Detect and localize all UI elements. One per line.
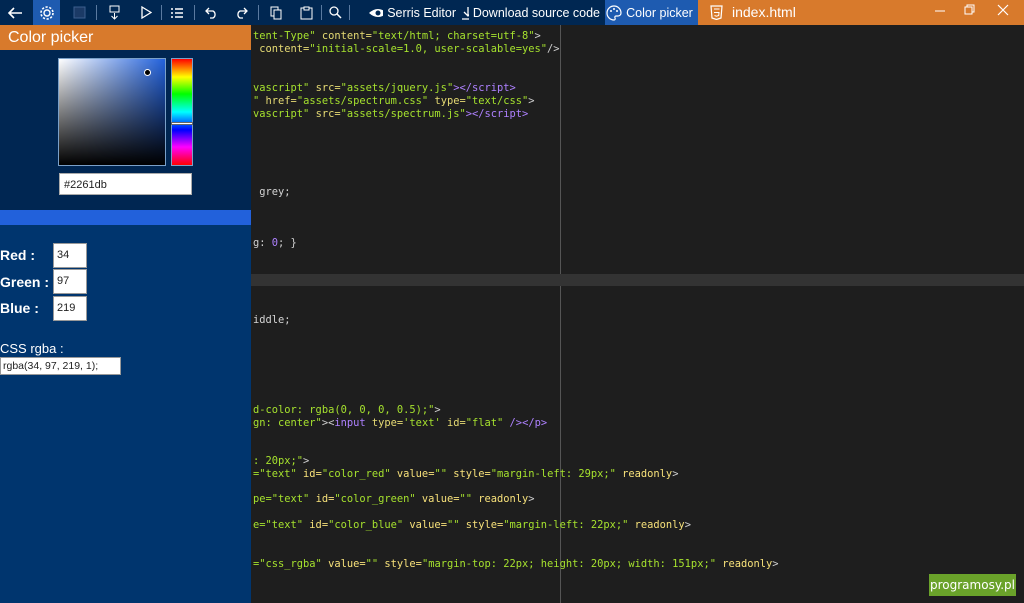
color-preview-swatch (0, 210, 251, 225)
toolbar-divider (258, 5, 259, 20)
download-source-label: Download source code (472, 5, 600, 20)
close-button[interactable] (997, 3, 1009, 20)
editor-split-bar[interactable] (251, 274, 1024, 286)
blue-label: Blue : (0, 300, 39, 316)
red-value-field[interactable]: 34 (53, 243, 87, 268)
run-button[interactable] (134, 0, 158, 25)
hue-slider-handle[interactable] (171, 122, 193, 125)
copy-icon (270, 6, 281, 19)
save-icon (73, 6, 85, 19)
color-picker-panel: Color picker #2261db Red : 34 Green : 97… (0, 25, 251, 603)
green-label: Green : (0, 274, 50, 290)
undo-button[interactable] (199, 0, 223, 25)
download-icon (462, 6, 469, 20)
settings-button[interactable] (33, 0, 60, 25)
redo-icon (236, 7, 248, 19)
html5-icon (710, 5, 723, 20)
code-line: vascript" src="assets/jquery.js"></scrip… (253, 82, 516, 94)
code-line: ="css_rgba" value="" style="margin-top: … (253, 558, 779, 570)
palette-icon (606, 4, 622, 21)
code-line: : 20px;"> (253, 455, 310, 467)
hue-slider[interactable] (171, 58, 193, 166)
copy-button[interactable] (264, 0, 288, 25)
paste-button[interactable] (294, 0, 318, 25)
redo-button[interactable] (229, 0, 253, 25)
red-label: Red : (0, 247, 35, 263)
back-button[interactable] (0, 0, 30, 25)
css-rgba-label: CSS rgba : (0, 341, 64, 356)
toolbar-divider (161, 5, 162, 20)
maximize-button[interactable] (964, 3, 976, 20)
deploy-button[interactable] (102, 0, 126, 25)
watermark-badge: programosy.pl (929, 574, 1016, 596)
code-line: vascript" src="assets/spectrum.js"></scr… (253, 108, 529, 120)
code-line: pe="text" id="color_green" value="" read… (253, 493, 535, 505)
code-line: ="text" id="color_red" value="" style="m… (253, 468, 679, 480)
toolbar-divider (349, 5, 350, 20)
code-line: grey; (253, 186, 291, 198)
color-picker-button[interactable]: Color picker (605, 0, 698, 25)
code-line: tent-Type" content="text/html; charset=u… (253, 30, 541, 42)
editor-column-guide (560, 25, 561, 603)
list-icon (171, 7, 183, 18)
outline-button[interactable] (165, 0, 189, 25)
close-icon (997, 4, 1009, 16)
code-line: g: 0; } (253, 237, 297, 249)
code-line: gn: center"><input type='text' id="flat"… (253, 417, 548, 429)
toolbar-divider (321, 5, 322, 20)
eye-icon (369, 8, 384, 17)
play-icon (141, 6, 152, 19)
upload-icon (109, 5, 119, 20)
code-editor[interactable]: tent-Type" content="text/html; charset=u… (251, 25, 1024, 603)
toolbar-divider (194, 5, 195, 20)
panel-title: Color picker (0, 25, 251, 50)
green-value-field[interactable]: 97 (53, 269, 87, 294)
minimize-button[interactable] (934, 3, 946, 20)
save-button[interactable] (68, 0, 90, 25)
minimize-icon (935, 10, 945, 12)
code-line: " href="assets/spectrum.css" type="text/… (253, 95, 535, 107)
undo-icon (204, 7, 216, 19)
color-picker-label: Color picker (626, 5, 693, 20)
code-line: iddle; (253, 314, 291, 326)
file-tab-title[interactable]: index.html (732, 4, 796, 20)
restore-icon (964, 4, 975, 15)
code-line: e="text" id="color_blue" value="" style=… (253, 519, 691, 531)
serris-editor-label: Serris Editor (387, 5, 456, 20)
hex-color-input[interactable]: #2261db (59, 173, 192, 195)
code-line: d-color: rgba(0, 0, 0, 0.5);"> (253, 404, 441, 416)
download-source-button[interactable]: Download source code (461, 0, 604, 25)
toolbar-divider (96, 5, 97, 20)
blue-value-field[interactable]: 219 (53, 296, 87, 321)
color-selector-handle[interactable] (144, 69, 151, 76)
serris-editor-button[interactable]: Serris Editor (368, 0, 460, 25)
search-icon (328, 6, 342, 19)
search-button[interactable] (324, 0, 346, 25)
saturation-value-area[interactable] (58, 58, 166, 166)
css-rgba-field[interactable]: rgba(34, 97, 219, 1); (0, 357, 121, 375)
gear-icon (39, 5, 54, 20)
arrow-left-icon (7, 6, 22, 19)
paste-icon (300, 6, 312, 19)
rgb-values-section: Red : 34 Green : 97 Blue : 219 CSS rgba … (0, 225, 251, 603)
code-line: content="initial-scale=1.0, user-scalabl… (253, 43, 560, 55)
